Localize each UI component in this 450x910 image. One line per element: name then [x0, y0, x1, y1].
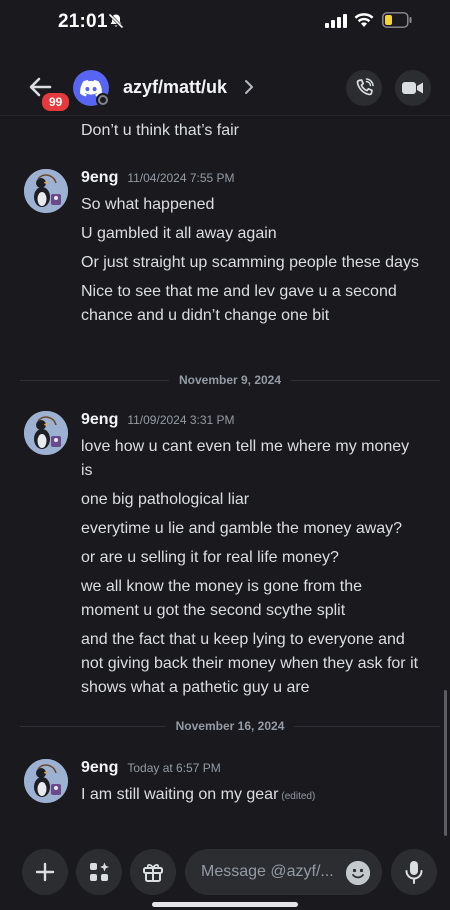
message-text: everytime u lie and gamble the money awa…	[81, 520, 403, 537]
date-divider: November 16, 2024	[20, 716, 441, 736]
apps-button[interactable]	[76, 849, 122, 895]
message-text: love how u cant even tell me where my mo…	[81, 438, 410, 479]
phone-icon	[356, 78, 374, 96]
cellular-signal-icon	[325, 14, 347, 28]
penguin-avatar-icon	[24, 169, 68, 213]
bell-off-icon	[108, 13, 124, 29]
dm-header: 99 azyf/matt/uk	[0, 58, 450, 116]
date-divider-label: November 16, 2024	[175, 719, 285, 733]
microphone-icon	[405, 861, 423, 884]
unread-badge: 99	[40, 91, 72, 113]
previous-message-text: Don’t u think that’s fair	[81, 122, 240, 139]
add-attachment-button[interactable]	[22, 849, 68, 895]
message-text-content: I am still waiting on my gear	[81, 786, 279, 803]
message-text: U gambled it all away again	[81, 225, 277, 242]
channel-title[interactable]: azyf/matt/uk	[123, 77, 227, 98]
edited-label: (edited)	[281, 791, 316, 802]
author-name[interactable]: 9eng	[81, 169, 118, 187]
message-composer: Message @azyf/...	[0, 847, 450, 899]
home-indicator[interactable]	[152, 902, 298, 907]
timestamp: 11/04/2024 7:55 PM	[127, 171, 235, 185]
plus-icon	[35, 862, 55, 882]
gift-button[interactable]	[130, 849, 176, 895]
wifi-icon	[354, 13, 374, 27]
timestamp: Today at 6:57 PM	[127, 761, 221, 775]
penguin-avatar-icon	[24, 411, 68, 455]
voice-call-button[interactable]	[346, 70, 382, 106]
date-divider-label: November 9, 2024	[178, 373, 282, 387]
message-body: 9eng Today at 6:57 PM I am still waiting…	[81, 759, 421, 814]
message-list[interactable]: Don’t u think that’s fair 9eng 11/04/202…	[0, 117, 450, 837]
gift-icon	[143, 863, 163, 882]
message-text: Or just straight up scamming people thes…	[81, 254, 419, 271]
presence-status-icon	[96, 93, 110, 107]
message-body: 9eng 11/04/2024 7:55 PM So what happened…	[81, 169, 421, 333]
date-divider: November 9, 2024	[20, 370, 440, 390]
message-text: one big pathological liar	[81, 491, 250, 508]
message-text: we all know the money is gone from the m…	[81, 578, 363, 619]
apps-icon	[90, 862, 109, 881]
video-camera-icon	[402, 82, 423, 94]
scrollbar[interactable]	[444, 690, 447, 836]
status-time: 21:01	[58, 11, 108, 32]
message-body: 9eng 11/09/2024 3:31 PM love how u cant …	[81, 411, 421, 705]
message-text: Nice to see that me and lev gave u a sec…	[81, 283, 397, 324]
chevron-right-icon[interactable]	[244, 79, 254, 95]
message-input-placeholder: Message @azyf/...	[201, 863, 334, 880]
video-call-button[interactable]	[395, 70, 431, 106]
penguin-avatar-icon	[24, 759, 68, 803]
emoji-button[interactable]	[346, 861, 370, 885]
timestamp: 11/09/2024 3:31 PM	[127, 413, 235, 427]
author-name[interactable]: 9eng	[81, 759, 118, 777]
status-bar: 21:01	[0, 0, 450, 44]
avatar[interactable]	[24, 411, 68, 455]
message-text: I am still waiting on my gear (edited)	[81, 783, 421, 809]
message-text: or are u selling it for real life money?	[81, 549, 339, 566]
avatar[interactable]	[24, 759, 68, 803]
message-text: So what happened	[81, 196, 215, 213]
message-text: and the fact that u keep lying to everyo…	[81, 631, 419, 696]
battery-icon	[382, 12, 412, 28]
voice-message-button[interactable]	[391, 849, 437, 895]
author-name[interactable]: 9eng	[81, 411, 118, 429]
avatar[interactable]	[24, 169, 68, 213]
emoji-icon	[346, 861, 370, 885]
